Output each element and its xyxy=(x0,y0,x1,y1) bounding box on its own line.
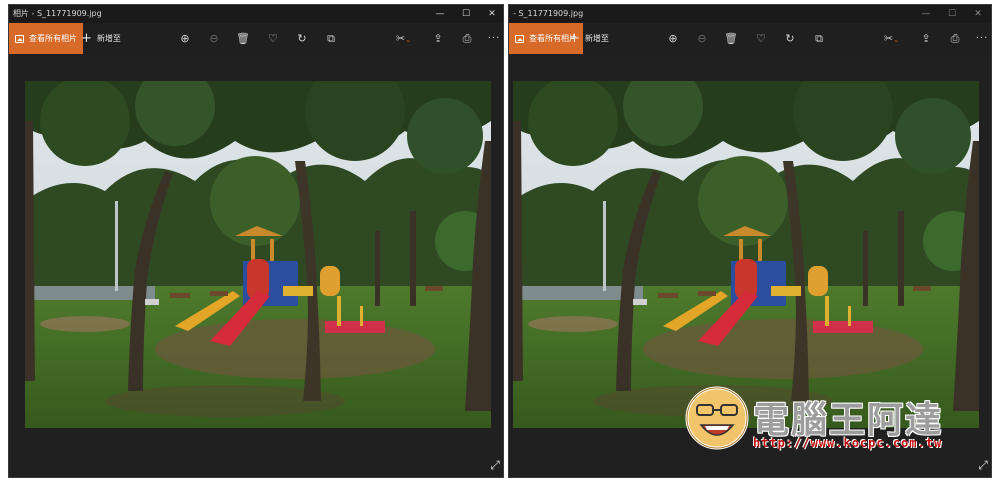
add-to-button[interactable]: + 新增至 xyxy=(81,23,121,54)
favorite-icon[interactable]: ♡ xyxy=(265,31,281,47)
photo-view xyxy=(513,81,979,428)
watermark-url: http://www.kocpc.com.tw xyxy=(753,436,943,450)
expand-icon[interactable]: ⤢ xyxy=(976,458,990,472)
crop-icon[interactable]: ⧉ xyxy=(323,31,339,47)
print-icon[interactable]: ⎙ xyxy=(947,31,963,47)
maximize-button[interactable]: ☐ xyxy=(453,5,479,23)
share-icon[interactable]: ⇪ xyxy=(430,31,446,47)
close-button[interactable]: ✕ xyxy=(965,5,991,23)
rotate-icon[interactable]: ↻ xyxy=(294,31,310,47)
minimize-button[interactable]: — xyxy=(427,5,453,23)
minimize-button[interactable]: — xyxy=(913,5,939,23)
plus-icon: + xyxy=(81,31,92,46)
park-playground-photo xyxy=(25,81,491,428)
zoom-out-icon[interactable]: ⊖ xyxy=(694,31,710,47)
maximize-button[interactable]: ☐ xyxy=(939,5,965,23)
window-controls: — ☐ ✕ xyxy=(427,5,503,23)
add-to-button[interactable]: + 新增至 xyxy=(569,23,609,54)
view-all-label: 查看所有相片 xyxy=(29,34,77,43)
expand-icon[interactable]: ⤢ xyxy=(488,458,502,472)
photo-icon xyxy=(15,34,24,43)
zoom-out-icon[interactable]: ⊖ xyxy=(206,31,222,47)
edit-create-icon[interactable]: ✂⌄ xyxy=(884,31,906,47)
toolbar: 查看所有相片 + 新增至 ⊕ ⊖ 🗑 ♡ ↻ ⧉ ✂⌄ ⇪ ⎙ ··· xyxy=(509,23,991,57)
more-icon[interactable]: ··· xyxy=(974,31,990,47)
toolbar: 查看所有相片 + 新增至 ⊕ ⊖ 🗑 ♡ ↻ ⧉ ✂⌄ ⇪ ⎙ ··· xyxy=(9,23,503,57)
zoom-in-icon[interactable]: ⊕ xyxy=(665,31,681,47)
print-icon[interactable]: ⎙ xyxy=(459,31,475,47)
mascot-logo xyxy=(685,386,749,450)
photo-view xyxy=(25,81,491,428)
view-all-photos-button[interactable]: 查看所有相片 xyxy=(9,23,83,54)
add-to-label: 新增至 xyxy=(96,34,121,43)
delete-icon[interactable]: 🗑 xyxy=(723,31,739,47)
share-icon[interactable]: ⇪ xyxy=(918,31,934,47)
watermark: 電腦王阿達 http://www.kocpc.com.tw xyxy=(683,385,963,457)
add-to-label: 新增至 xyxy=(584,34,609,43)
close-button[interactable]: ✕ xyxy=(479,5,503,23)
photos-window-left: 相片 - S_11771909.jpg — ☐ ✕ 查看所有相片 + 新增至 ⊕… xyxy=(8,4,504,478)
zoom-in-icon[interactable]: ⊕ xyxy=(177,31,193,47)
plus-icon: + xyxy=(569,31,580,46)
favorite-icon[interactable]: ♡ xyxy=(753,31,769,47)
rotate-icon[interactable]: ↻ xyxy=(782,31,798,47)
photo-icon xyxy=(515,34,524,43)
park-playground-photo xyxy=(513,81,979,428)
delete-icon[interactable]: 🗑 xyxy=(235,31,251,47)
edit-create-icon[interactable]: ✂⌄ xyxy=(396,31,418,47)
crop-icon[interactable]: ⧉ xyxy=(811,31,827,47)
window-controls: — ☐ ✕ xyxy=(913,5,991,23)
more-icon[interactable]: ··· xyxy=(486,31,502,47)
